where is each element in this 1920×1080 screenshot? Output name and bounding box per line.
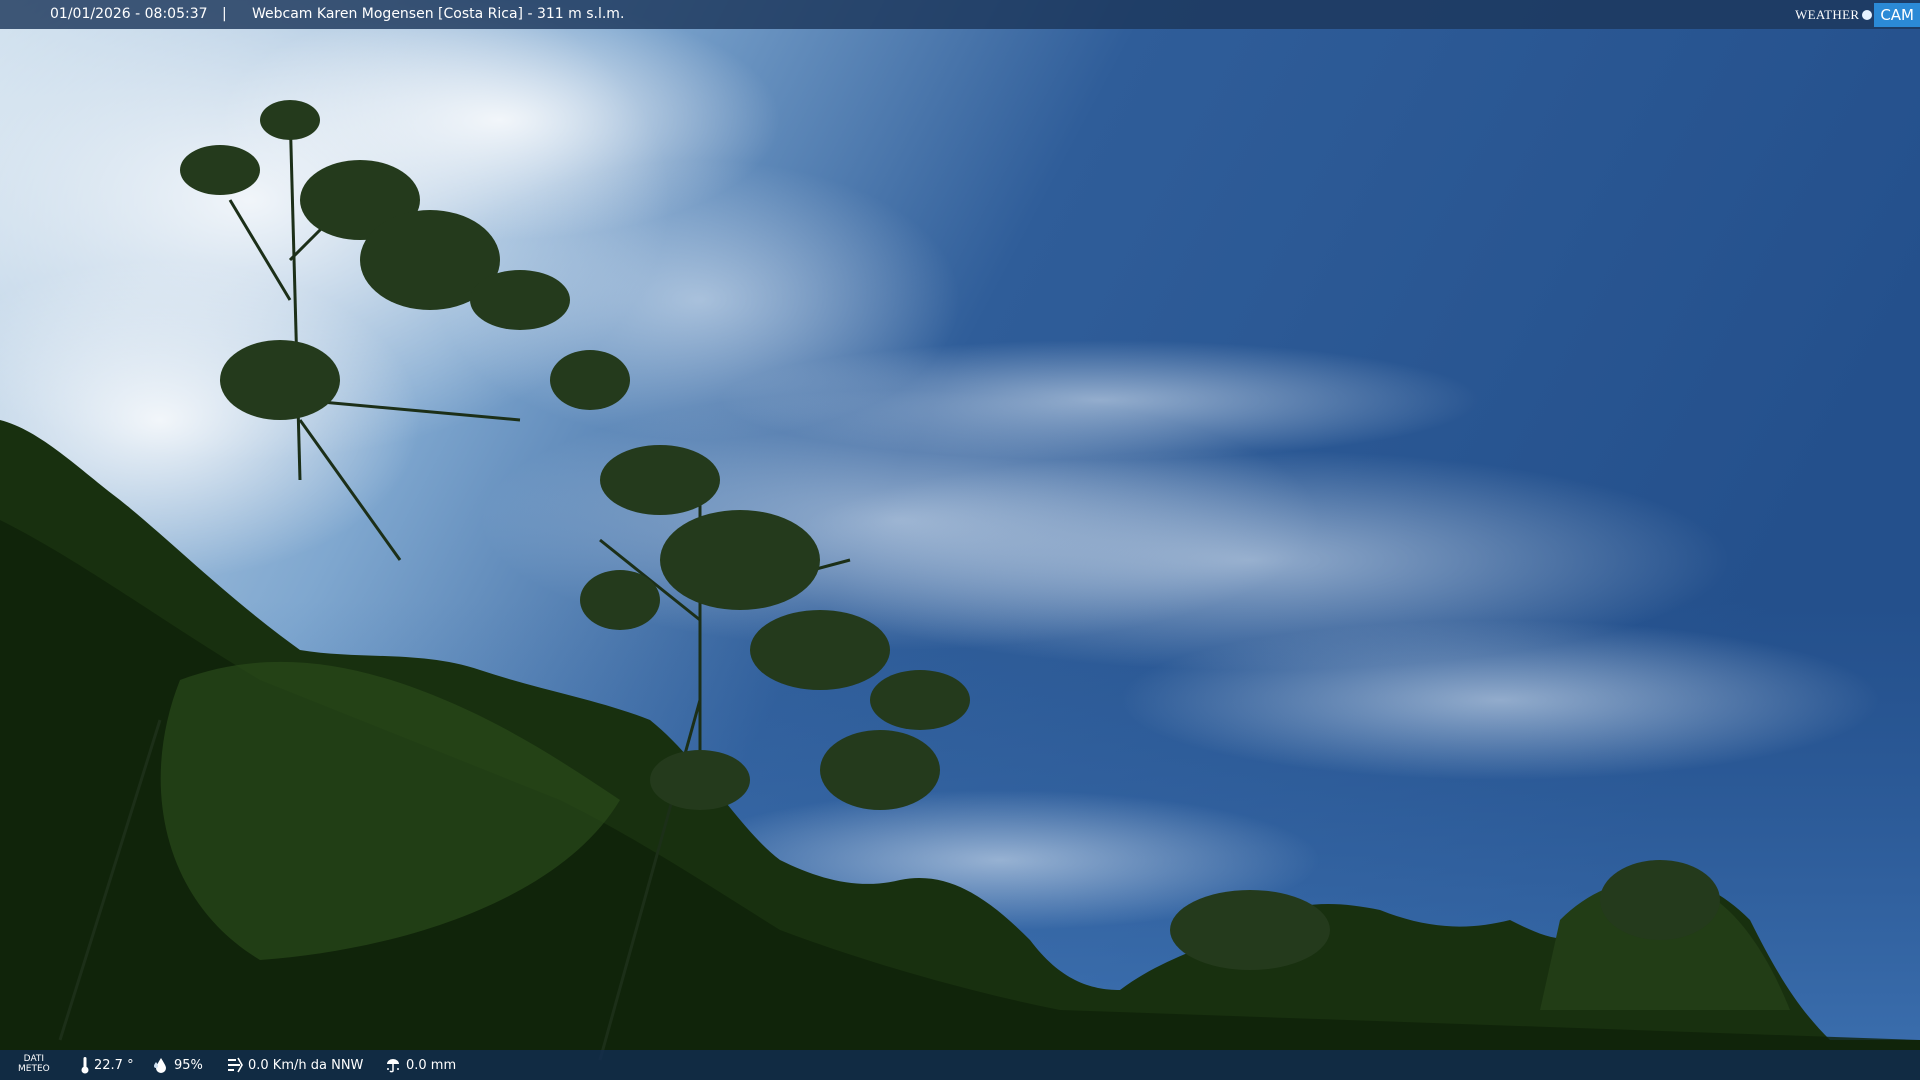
thermometer-icon [81, 1057, 89, 1074]
meteo-data-label: DATI METEO [18, 1054, 50, 1074]
rain-stat: 0.0 mm [384, 1056, 456, 1074]
logo-cam-text: CAM [1874, 2, 1920, 27]
logo-dot-icon [1862, 9, 1873, 20]
temperature-value: 22.7 ° [94, 1057, 134, 1073]
rain-value: 0.0 mm [406, 1057, 457, 1073]
webcam-title: Webcam Karen Mogensen [Costa Rica] - 311… [252, 6, 625, 22]
humidity-stat: 95% [152, 1056, 203, 1074]
separator: | [222, 6, 227, 22]
weather-data-bar: DATI METEO 22.7 ° 95% 0.0 Km/h da NNW 0.… [0, 1050, 1920, 1080]
wind-icon [228, 1057, 243, 1073]
humidity-value: 95% [174, 1057, 203, 1073]
rain-gauge-icon [387, 1059, 399, 1073]
wind-value: 0.0 Km/h da NNW [248, 1057, 364, 1073]
temperature-stat: 22.7 ° [80, 1056, 134, 1074]
webcam-image [0, 0, 1920, 1080]
weathercam-logo: WEATHER CAM [1795, 0, 1920, 29]
timestamp: 01/01/2026 - 08:05:37 [50, 6, 208, 22]
webcam-top-bar: 01/01/2026 - 08:05:37 | Webcam Karen Mog… [0, 0, 1920, 29]
logo-weather-text: WEATHER [1795, 6, 1860, 22]
wind-stat: 0.0 Km/h da NNW [226, 1056, 363, 1074]
drops-icon [154, 1058, 166, 1073]
